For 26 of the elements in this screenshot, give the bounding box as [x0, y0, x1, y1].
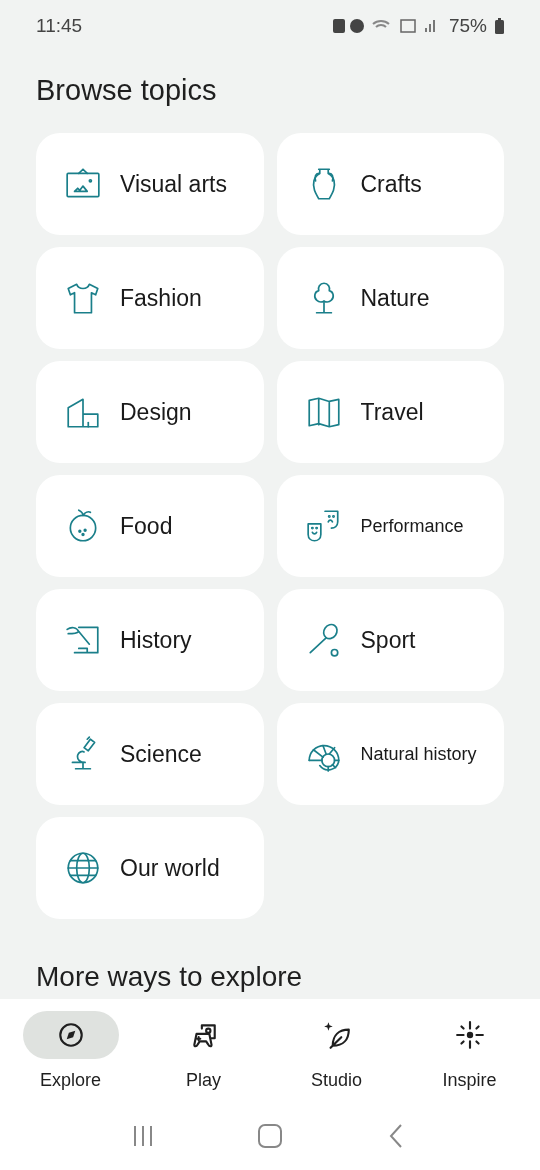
home-icon[interactable] — [258, 1124, 282, 1148]
topic-card[interactable]: Performance — [276, 475, 504, 577]
topic-card[interactable]: Natural history — [276, 703, 504, 805]
battery-icon — [495, 18, 504, 34]
topic-card[interactable]: Visual arts — [36, 133, 264, 235]
nav-tab[interactable]: Studio — [276, 1011, 397, 1094]
battery-percentage: 75% — [448, 13, 487, 38]
topic-card[interactable]: History — [36, 589, 264, 691]
topic-card[interactable]: Design — [36, 361, 264, 463]
sun-icon — [454, 1020, 485, 1050]
nav-tab[interactable]: Explore — [10, 1011, 131, 1094]
topic-card[interactable]: Crafts — [276, 133, 504, 235]
section-title: More ways to explore — [35, 960, 304, 994]
sparkle-leaf-icon — [321, 1020, 352, 1050]
nav-tab[interactable]: Inspire — [409, 1011, 530, 1094]
topic-card[interactable]: Nature — [276, 247, 504, 349]
globe-icon — [64, 849, 102, 887]
topic-card[interactable]: Fashion — [36, 247, 264, 349]
topic-card[interactable]: Travel — [276, 361, 504, 463]
topic-card[interactable]: Food — [36, 475, 264, 577]
section-title: Browse topics — [35, 73, 218, 108]
nav-tab[interactable]: Play — [143, 1011, 264, 1094]
topic-card[interactable]: Our world — [36, 817, 264, 919]
status-time: 11:45 — [36, 13, 83, 38]
topic-card[interactable]: Sport — [276, 589, 504, 691]
topic-card[interactable]: Science — [36, 703, 264, 805]
